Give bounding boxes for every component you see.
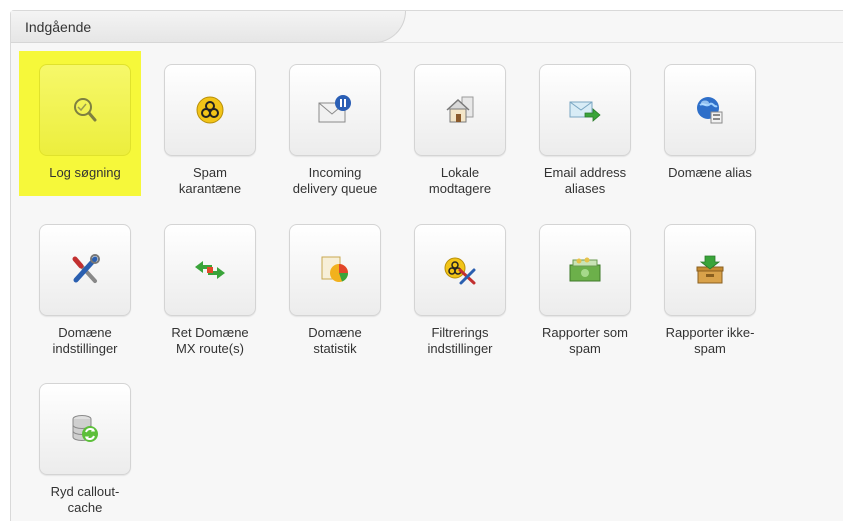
magnifier-icon xyxy=(68,93,102,127)
domain-alias-label: Domæne alias xyxy=(668,165,752,180)
clear-callout-cache-button[interactable] xyxy=(39,383,131,475)
spam-quarantine-label: Spam karantæne xyxy=(178,165,242,196)
database-refresh-icon xyxy=(69,412,101,446)
panel-tab: Indgående xyxy=(11,11,406,43)
tools-icon xyxy=(68,253,102,287)
domain-statistics-label: Domæne statistik xyxy=(308,325,362,356)
item-clear-callout-cache[interactable]: Ryd callout- cache xyxy=(24,383,146,516)
item-email-address-aliases[interactable]: Email address aliases xyxy=(524,64,646,197)
report-not-spam-label: Rapporter ikke- spam xyxy=(665,325,755,356)
envelope-pause-icon xyxy=(316,93,354,127)
item-report-not-spam[interactable]: Rapporter ikke- spam xyxy=(649,224,771,357)
log-search-button[interactable] xyxy=(39,64,131,156)
filter-settings-button[interactable] xyxy=(414,224,506,316)
domain-settings-label: Domæne indstillinger xyxy=(52,325,118,356)
email-address-aliases-button[interactable] xyxy=(539,64,631,156)
panel-header: Indgående xyxy=(11,11,843,43)
filter-settings-label: Filtrerings indstillinger xyxy=(427,325,493,356)
domain-alias-button[interactable] xyxy=(664,64,756,156)
domain-statistics-button[interactable] xyxy=(289,224,381,316)
item-domain-settings[interactable]: Domæne indstillinger xyxy=(24,224,146,357)
spam-quarantine-button[interactable] xyxy=(164,64,256,156)
report-as-spam-label: Rapporter som spam xyxy=(542,325,628,356)
local-recipients-button[interactable] xyxy=(414,64,506,156)
incoming-delivery-queue-label: Incoming delivery queue xyxy=(292,165,378,196)
route-arrows-icon xyxy=(192,258,228,282)
item-edit-domain-mx-routes[interactable]: Ret Domæne MX route(s) xyxy=(149,224,271,357)
cash-icon xyxy=(567,255,603,285)
item-log-search[interactable]: Log søgning xyxy=(19,51,146,196)
edit-domain-mx-routes-label: Ret Domæne MX route(s) xyxy=(171,325,249,356)
item-local-recipients[interactable]: Lokale modtagere xyxy=(399,64,521,197)
pie-chart-icon xyxy=(318,253,352,287)
item-report-as-spam[interactable]: Rapporter som spam xyxy=(524,224,646,357)
biohazard-icon xyxy=(195,95,225,125)
clear-callout-cache-label: Ryd callout- cache xyxy=(50,484,120,515)
item-domain-statistics[interactable]: Domæne statistik xyxy=(274,224,396,357)
edit-domain-mx-routes-button[interactable] xyxy=(164,224,256,316)
item-spam-quarantine[interactable]: Spam karantæne xyxy=(149,64,271,197)
item-domain-alias[interactable]: Domæne alias xyxy=(649,64,771,181)
domain-settings-button[interactable] xyxy=(39,224,131,316)
report-as-spam-button[interactable] xyxy=(539,224,631,316)
biohazard-tools-icon xyxy=(442,254,478,286)
item-filter-settings[interactable]: Filtrerings indstillinger xyxy=(399,224,521,357)
mail-forward-icon xyxy=(567,95,603,125)
local-recipients-label: Lokale modtagere xyxy=(428,165,492,196)
archive-box-icon xyxy=(694,253,726,287)
email-address-aliases-label: Email address aliases xyxy=(543,165,627,196)
globe-icon xyxy=(694,94,726,126)
incoming-delivery-queue-button[interactable] xyxy=(289,64,381,156)
item-incoming-delivery-queue[interactable]: Incoming delivery queue xyxy=(274,64,396,197)
report-not-spam-button[interactable] xyxy=(664,224,756,316)
log-search-label: Log søgning xyxy=(49,165,121,180)
house-icon xyxy=(443,93,477,127)
panel-title: Indgående xyxy=(25,19,92,35)
